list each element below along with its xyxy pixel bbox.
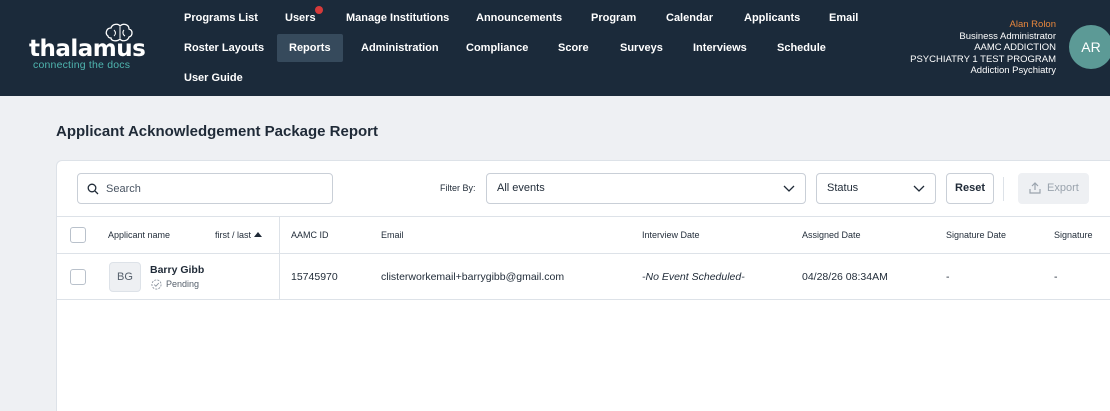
user-info[interactable]: Alan Rolon Business Administrator AAMC A… bbox=[910, 19, 1056, 77]
applicant-initials-avatar: BG bbox=[109, 262, 141, 292]
row-checkbox[interactable] bbox=[70, 269, 86, 285]
chevron-down-icon bbox=[783, 185, 795, 192]
nav-administration[interactable]: Administration bbox=[348, 34, 452, 62]
cell-signature: - bbox=[1054, 271, 1058, 283]
user-role: Business Administrator bbox=[959, 30, 1056, 42]
table-header: Applicant name first / last AAMC ID Emai… bbox=[57, 216, 1110, 254]
user-program-line2: PSYCHIATRY 1 TEST PROGRAM bbox=[910, 53, 1056, 65]
select-all-checkbox[interactable] bbox=[70, 227, 86, 243]
nav-calendar[interactable]: Calendar bbox=[653, 4, 726, 32]
applicant-name[interactable]: Barry Gibb bbox=[150, 264, 204, 276]
nav-user-guide[interactable]: User Guide bbox=[171, 64, 256, 92]
user-name: Alan Rolon bbox=[1009, 19, 1056, 30]
column-applicant-name: Applicant name bbox=[108, 230, 171, 240]
column-email[interactable]: Email bbox=[381, 230, 404, 240]
nav-applicants[interactable]: Applicants bbox=[731, 4, 813, 32]
cell-assigned-date: 04/28/26 08:34AM bbox=[802, 271, 888, 283]
logo-tagline: connecting the docs bbox=[33, 59, 131, 71]
column-signature-date[interactable]: Signature Date bbox=[946, 230, 1006, 240]
column-interview-date[interactable]: Interview Date bbox=[642, 230, 700, 240]
nav-reports[interactable]: Reports bbox=[277, 34, 343, 62]
cell-email: clisterworkemail+barrygibb@gmail.com bbox=[381, 271, 565, 283]
report-card: Filter By: All events Status Reset Expor… bbox=[56, 160, 1110, 411]
column-separator bbox=[279, 216, 280, 300]
users-notification-dot bbox=[315, 6, 323, 14]
column-assigned-date[interactable]: Assigned Date bbox=[802, 230, 861, 240]
top-navigation-bar: thalamus connecting the docs Programs Li… bbox=[0, 0, 1110, 96]
thalamus-logo[interactable]: thalamus connecting the docs bbox=[26, 22, 146, 74]
nav-program[interactable]: Program bbox=[578, 4, 649, 32]
nav-surveys[interactable]: Surveys bbox=[607, 34, 676, 62]
table-row[interactable]: BG Barry Gibb Pending 15745970 clisterwo… bbox=[57, 254, 1110, 300]
sort-label: first / last bbox=[215, 230, 252, 240]
events-select[interactable]: All events bbox=[486, 173, 806, 204]
search-input[interactable] bbox=[106, 180, 326, 198]
search-box[interactable] bbox=[77, 173, 333, 204]
toolbar-divider bbox=[1003, 177, 1004, 201]
cell-signature-date: - bbox=[946, 271, 950, 283]
user-program-line1: AAMC ADDICTION bbox=[974, 42, 1056, 54]
nav-compliance[interactable]: Compliance bbox=[453, 34, 541, 62]
filter-by-label: Filter By: bbox=[440, 183, 476, 193]
export-label: Export bbox=[1047, 182, 1079, 194]
upload-icon bbox=[1029, 182, 1041, 194]
nav-manage-institutions[interactable]: Manage Institutions bbox=[333, 4, 462, 32]
events-select-value: All events bbox=[497, 182, 545, 194]
column-signature[interactable]: Signature bbox=[1054, 230, 1093, 240]
page-title: Applicant Acknowledgement Package Report bbox=[56, 123, 379, 140]
sort-ascending-icon bbox=[254, 232, 263, 237]
nav-announcements[interactable]: Announcements bbox=[463, 4, 575, 32]
nav-schedule[interactable]: Schedule bbox=[764, 34, 839, 62]
cell-aamc-id: 15745970 bbox=[291, 271, 338, 283]
cell-interview-date: -No Event Scheduled- bbox=[642, 271, 745, 283]
reset-button[interactable]: Reset bbox=[946, 173, 994, 204]
nav-programs-list[interactable]: Programs List bbox=[171, 4, 271, 32]
sort-first-last[interactable]: first / last bbox=[215, 230, 263, 240]
nav-roster-layouts[interactable]: Roster Layouts bbox=[171, 34, 277, 62]
nav-score[interactable]: Score bbox=[545, 34, 602, 62]
nav-email[interactable]: Email bbox=[816, 4, 871, 32]
applicant-status: Pending bbox=[166, 279, 200, 289]
export-button[interactable]: Export bbox=[1018, 173, 1089, 204]
user-specialty: Addiction Psychiatry bbox=[970, 65, 1056, 77]
pending-check-icon bbox=[151, 279, 162, 290]
user-avatar[interactable]: AR bbox=[1069, 25, 1110, 69]
search-icon bbox=[87, 183, 99, 195]
nav-interviews[interactable]: Interviews bbox=[680, 34, 760, 62]
status-select-value: Status bbox=[827, 182, 859, 194]
chevron-down-icon bbox=[913, 185, 925, 192]
column-aamc-id[interactable]: AAMC ID bbox=[291, 230, 329, 240]
status-select[interactable]: Status bbox=[816, 173, 936, 204]
